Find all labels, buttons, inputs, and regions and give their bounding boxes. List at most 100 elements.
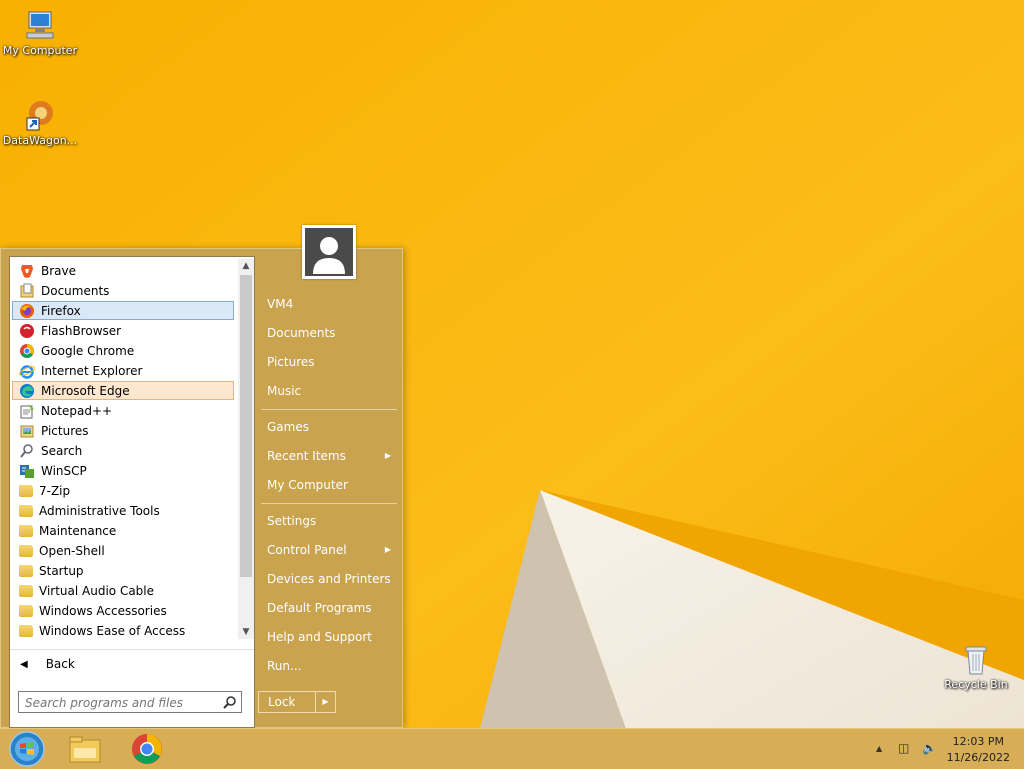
search-icon (19, 443, 35, 459)
scroll-down-icon[interactable]: ▼ (238, 625, 254, 639)
program-item[interactable]: Administrative Tools (12, 501, 234, 520)
desktop-icon-label: DataWagon... (2, 134, 78, 147)
program-label: 7-Zip (39, 483, 71, 498)
program-label: Search (41, 443, 83, 458)
brave-icon (19, 263, 35, 279)
folder-icon (19, 624, 33, 637)
desktop-icon-label: My Computer (2, 44, 78, 57)
program-label: Open-Shell (39, 543, 105, 558)
right-menu-label: VM4 (267, 297, 294, 311)
user-avatar[interactable] (302, 225, 356, 279)
right-menu-item[interactable]: Games (259, 414, 397, 440)
program-label: Notepad++ (41, 403, 113, 418)
program-item[interactable]: Microsoft Edge (12, 381, 234, 400)
program-item[interactable]: Search (12, 441, 234, 460)
chrome-icon[interactable] (131, 733, 163, 765)
program-item[interactable]: Firefox (12, 301, 234, 320)
desktop-icon-label: Recycle Bin (944, 678, 1008, 691)
program-label: Microsoft Edge (41, 383, 130, 398)
program-item[interactable]: Internet Explorer (12, 361, 234, 380)
program-label: Brave (41, 263, 77, 278)
program-label: Pictures (41, 423, 89, 438)
lock-options-arrow-icon[interactable]: ▶ (316, 691, 336, 713)
program-label: Administrative Tools (39, 503, 160, 518)
taskbar: ▲ ◫ 🔈 12:03 PM 11/26/2022 (0, 728, 1024, 769)
right-menu-item[interactable]: Run... (259, 653, 397, 679)
file-explorer-icon[interactable] (68, 734, 102, 764)
program-label: Windows Ease of Access (39, 623, 186, 638)
folder-icon (19, 504, 33, 517)
lock-button[interactable]: Lock (258, 691, 316, 713)
right-menu-item[interactable]: Music (259, 378, 397, 404)
program-item[interactable]: Windows Ease of Access (12, 621, 234, 640)
program-item[interactable]: WinSCP (12, 461, 234, 480)
lock-label: Lock (268, 695, 296, 709)
right-menu-label: Documents (267, 326, 336, 340)
back-button[interactable]: ◀ Back (10, 649, 254, 678)
right-menu-item[interactable]: VM4 (259, 291, 397, 317)
pictures-icon (19, 423, 35, 439)
computer-icon (23, 8, 57, 42)
program-item[interactable]: FlashBrowser (12, 321, 234, 340)
program-item[interactable]: Brave (12, 261, 234, 280)
flashbrowser-icon (19, 323, 35, 339)
start-menu: Brave Documents Firefox FlashBrowser Google … (0, 225, 403, 728)
volume-icon[interactable]: 🔈 (922, 741, 937, 755)
program-item[interactable]: Windows Accessories (12, 601, 234, 620)
start-orb-icon[interactable] (8, 730, 46, 768)
user-icon (313, 237, 345, 274)
edge-icon (19, 383, 35, 399)
clock[interactable]: 12:03 PM 11/26/2022 (947, 734, 1010, 766)
right-menu-label: Help and Support (267, 630, 372, 644)
program-item[interactable]: Open-Shell (12, 541, 234, 560)
right-menu-item[interactable]: Documents (259, 320, 397, 346)
program-item[interactable]: Google Chrome (12, 341, 234, 360)
right-menu-item[interactable]: Devices and Printers (259, 566, 397, 592)
right-menu-label: My Computer (267, 478, 348, 492)
scroll-up-icon[interactable]: ▲ (238, 259, 254, 273)
search-input[interactable] (23, 693, 217, 713)
firefox-icon (19, 303, 35, 319)
program-item[interactable]: Documents (12, 281, 234, 300)
right-menu-label: Run... (267, 659, 302, 673)
right-menu-item[interactable]: Pictures (259, 349, 397, 375)
search-box[interactable] (18, 691, 242, 713)
menu-separator (261, 503, 397, 504)
programs-scrollbar[interactable]: ▲ ▼ (238, 259, 254, 639)
desktop-icon-recycle-bin[interactable]: Recycle Bin (936, 642, 1016, 691)
scroll-thumb[interactable] (240, 275, 252, 577)
right-menu-item[interactable]: Settings (259, 508, 397, 534)
program-label: Internet Explorer (41, 363, 143, 378)
right-menu-item[interactable]: My Computer (259, 472, 397, 498)
program-item[interactable]: Virtual Audio Cable (12, 581, 234, 600)
right-menu-label: Pictures (267, 355, 315, 369)
program-label: FlashBrowser (41, 323, 122, 338)
right-menu-item[interactable]: Default Programs (259, 595, 397, 621)
right-menu-label: Control Panel (267, 543, 347, 557)
program-item[interactable]: Maintenance (12, 521, 234, 540)
desktop-icon-datawagon[interactable]: DataWagon... (0, 98, 80, 147)
program-label: Firefox (41, 303, 81, 318)
folder-icon (19, 524, 33, 537)
program-label: Google Chrome (41, 343, 135, 358)
program-label: Documents (41, 283, 110, 298)
right-menu-item[interactable]: Recent Items ▶ (259, 443, 397, 469)
network-icon[interactable]: ◫ (898, 741, 909, 755)
right-menu-item[interactable]: Help and Support (259, 624, 397, 650)
program-list: Brave Documents Firefox FlashBrowser Google … (10, 257, 240, 642)
notepad-plus-plus-icon (19, 403, 35, 419)
program-item[interactable]: Notepad++ (12, 401, 234, 420)
back-arrow-icon: ◀ (20, 658, 28, 670)
right-menu-label: Default Programs (267, 601, 372, 615)
right-menu-label: Devices and Printers (267, 572, 391, 586)
show-hidden-icons-icon[interactable]: ▲ (876, 744, 882, 753)
program-label: Virtual Audio Cable (39, 583, 155, 598)
program-item[interactable]: Pictures (12, 421, 234, 440)
program-item[interactable]: 7-Zip (12, 481, 234, 500)
program-item[interactable]: Startup (12, 561, 234, 580)
program-label: Maintenance (39, 523, 117, 538)
search-icon[interactable] (223, 695, 237, 709)
right-menu-item[interactable]: Control Panel ▶ (259, 537, 397, 563)
right-menu-label: Games (267, 420, 309, 434)
desktop-icon-my-computer[interactable]: My Computer (0, 8, 80, 57)
